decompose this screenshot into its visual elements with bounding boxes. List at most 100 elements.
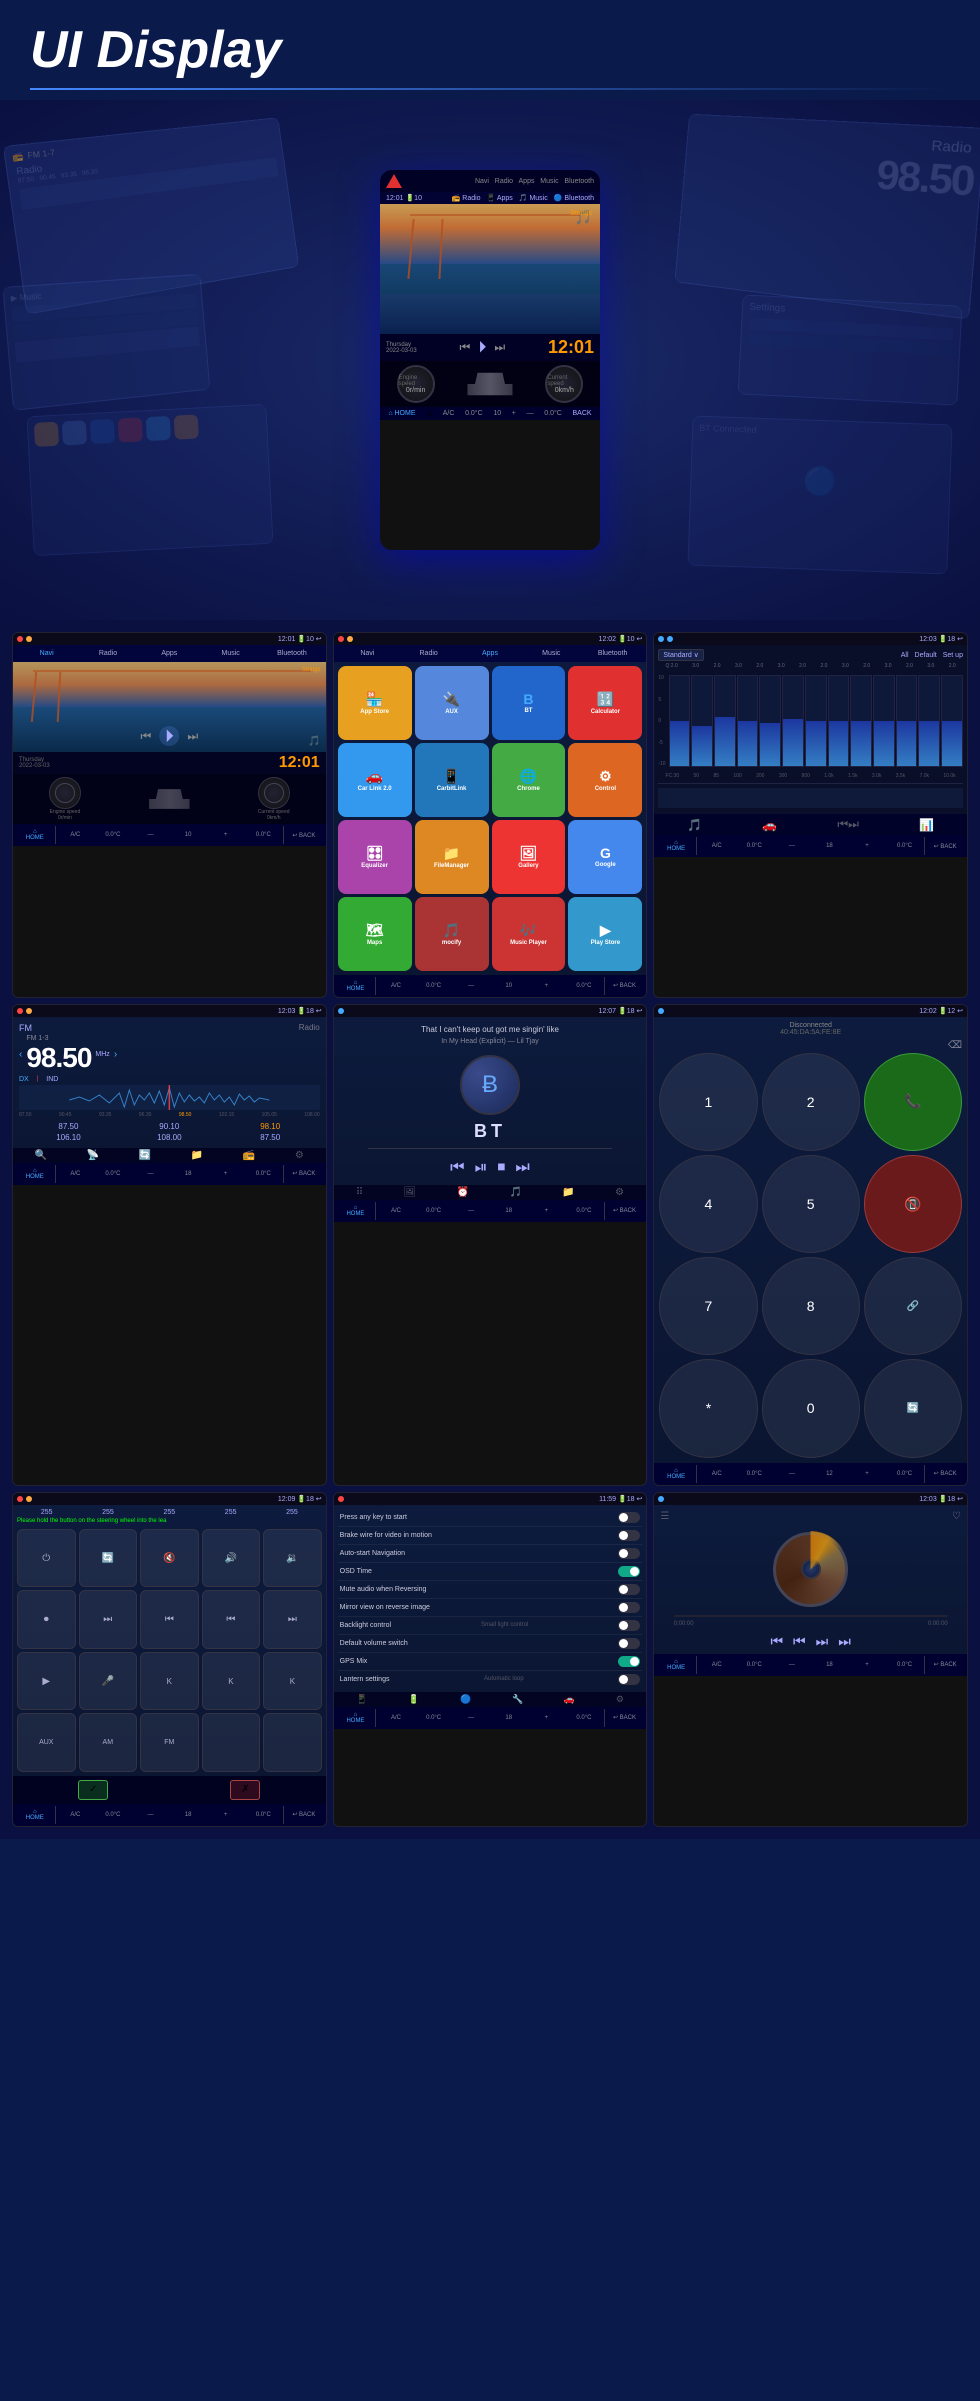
tab-bluetooth[interactable]: Bluetooth xyxy=(262,648,321,659)
back-button6[interactable]: ↩ BACK xyxy=(927,1470,963,1477)
dial-8[interactable]: 8 xyxy=(762,1257,860,1355)
nav-plus9[interactable]: + xyxy=(849,1662,885,1668)
dial-hangup[interactable]: 📵 xyxy=(864,1155,962,1253)
nav-minus4[interactable]: — xyxy=(133,1171,169,1177)
app-chrome[interactable]: 🌐Chrome xyxy=(492,743,566,817)
sw-cancel[interactable]: ✗ xyxy=(230,1780,260,1800)
dial-link[interactable]: 🔗 xyxy=(864,1257,962,1355)
dial-7[interactable]: 7 xyxy=(659,1257,757,1355)
tab-music[interactable]: Music xyxy=(201,648,260,659)
nav-minus8[interactable]: — xyxy=(453,1715,489,1721)
nav-plus2[interactable]: + xyxy=(529,983,565,989)
home-button9[interactable]: ⌂HOME xyxy=(658,1659,694,1671)
sw-btn-mic[interactable]: 🎤 xyxy=(79,1652,138,1711)
sw-btn-mode[interactable]: 🔄 xyxy=(79,1529,138,1588)
eq-default[interactable]: Default xyxy=(915,652,937,659)
nav-minus[interactable]: — xyxy=(133,832,169,838)
home-button4[interactable]: ⌂HOME xyxy=(17,1168,53,1180)
app-appstore[interactable]: 🏪App Store xyxy=(338,666,412,740)
home-button3[interactable]: ⌂HOME xyxy=(658,840,694,852)
sw-btn-mute[interactable]: 🔇 xyxy=(140,1529,199,1588)
sw-btn-fwd2[interactable]: ⏭ xyxy=(263,1590,322,1649)
tab-apps2[interactable]: Apps xyxy=(460,648,519,659)
back-button[interactable]: ↩ BACK xyxy=(286,832,322,839)
radio-next[interactable]: › xyxy=(114,1049,117,1060)
sw-btn-k3[interactable]: K xyxy=(263,1652,322,1711)
sw-btn-aux[interactable]: AUX xyxy=(17,1713,76,1772)
nav-minus3[interactable]: — xyxy=(774,843,810,849)
tab-apps[interactable]: Apps xyxy=(140,648,199,659)
music-fwd2[interactable]: ⏭ xyxy=(838,1633,851,1650)
preset-3[interactable]: 98.10 xyxy=(221,1122,320,1131)
sw-btn-voldown[interactable]: 🔉 xyxy=(263,1529,322,1588)
home-button2[interactable]: ⌂HOME xyxy=(338,980,374,992)
nav-minus5[interactable]: — xyxy=(453,1208,489,1214)
bt-rew[interactable]: ⏮ xyxy=(450,1159,464,1177)
dial-call[interactable]: 📞 xyxy=(864,1053,962,1151)
back-button2[interactable]: ↩ BACK xyxy=(607,982,643,989)
eq-preset[interactable]: Standard ∨ xyxy=(658,649,703,661)
nav-plus5[interactable]: + xyxy=(529,1208,565,1214)
back-button4[interactable]: ↩ BACK xyxy=(286,1170,322,1177)
sw-btn-k1[interactable]: K xyxy=(140,1652,199,1711)
dial-1[interactable]: 1 xyxy=(659,1053,757,1151)
home-button7[interactable]: ⌂HOME xyxy=(17,1809,53,1821)
sw-btn-play[interactable]: ▶ xyxy=(17,1652,76,1711)
eq-setup[interactable]: Set up xyxy=(943,652,963,659)
tab-navi2[interactable]: Navi xyxy=(338,648,397,659)
dial-backspace[interactable]: ⌫ xyxy=(659,1040,962,1051)
dial-5[interactable]: 5 xyxy=(762,1155,860,1253)
home-button8[interactable]: ⌂HOME xyxy=(338,1712,374,1724)
app-bt[interactable]: BBT xyxy=(492,666,566,740)
app-gallery[interactable]: 🖼Gallery xyxy=(492,820,566,894)
nav-plus[interactable]: + xyxy=(208,832,244,838)
app-calculator[interactable]: 🔢Calculator xyxy=(568,666,642,740)
preset-4[interactable]: 106.10 xyxy=(19,1133,118,1142)
dial-refresh[interactable]: 🔄 xyxy=(864,1359,962,1457)
bt-playpause[interactable]: ⏯ xyxy=(475,1159,488,1177)
music-rew[interactable]: ⏮ xyxy=(770,1633,783,1650)
dial-0[interactable]: 0 xyxy=(762,1359,860,1457)
nav-plus3[interactable]: + xyxy=(849,843,885,849)
sw-btn-am[interactable]: AM xyxy=(79,1713,138,1772)
nav-plus8[interactable]: + xyxy=(529,1715,565,1721)
nav-minus9[interactable]: — xyxy=(774,1662,810,1668)
sw-btn-fm[interactable]: FM xyxy=(140,1713,199,1772)
tab-music2[interactable]: Music xyxy=(522,648,581,659)
tab-radio[interactable]: Radio xyxy=(78,648,137,659)
tab-navi[interactable]: Navi xyxy=(17,648,76,659)
music-fwd[interactable]: ⏭ xyxy=(816,1633,829,1650)
nav-plus6[interactable]: + xyxy=(849,1471,885,1477)
preset-2[interactable]: 90.10 xyxy=(120,1122,219,1131)
eq-all[interactable]: All xyxy=(901,652,909,659)
sw-btn-rec[interactable]: ⏺ xyxy=(17,1590,76,1649)
back-button7[interactable]: ↩ BACK xyxy=(286,1811,322,1818)
dial-2[interactable]: 2 xyxy=(762,1053,860,1151)
app-musicplayer[interactable]: 🎶Music Player xyxy=(492,897,566,971)
app-google[interactable]: GGoogle xyxy=(568,820,642,894)
sw-btn-power[interactable]: ⏻ xyxy=(17,1529,76,1588)
sw-btn-rew[interactable]: ⏮ xyxy=(140,1590,199,1649)
app-control[interactable]: ⚙Control xyxy=(568,743,642,817)
preset-1[interactable]: 87.50 xyxy=(19,1122,118,1131)
nav-plus7[interactable]: + xyxy=(208,1812,244,1818)
back-button8[interactable]: ↩ BACK xyxy=(607,1714,643,1721)
radio-prev[interactable]: ‹ xyxy=(19,1049,22,1060)
tab-radio2[interactable]: Radio xyxy=(399,648,458,659)
home-button5[interactable]: ⌂HOME xyxy=(338,1205,374,1217)
sw-btn-volup[interactable]: 🔊 xyxy=(202,1529,261,1588)
preset-5[interactable]: 108.00 xyxy=(120,1133,219,1142)
app-filemanager[interactable]: 📁FileManager xyxy=(415,820,489,894)
sw-confirm[interactable]: ✓ xyxy=(78,1780,108,1800)
nav-minus7[interactable]: — xyxy=(133,1812,169,1818)
home-button6[interactable]: ⌂HOME xyxy=(658,1468,694,1480)
bt-stop[interactable]: ⏹ xyxy=(497,1159,505,1177)
nav-plus4[interactable]: + xyxy=(208,1171,244,1177)
back-button3[interactable]: ↩ BACK xyxy=(927,843,963,850)
app-mocify[interactable]: 🎵mocify xyxy=(415,897,489,971)
nav-minus6[interactable]: — xyxy=(774,1471,810,1477)
dial-4[interactable]: 4 xyxy=(659,1155,757,1253)
nav-minus2[interactable]: — xyxy=(453,983,489,989)
dial-star[interactable]: * xyxy=(659,1359,757,1457)
sw-btn-k2[interactable]: K xyxy=(202,1652,261,1711)
